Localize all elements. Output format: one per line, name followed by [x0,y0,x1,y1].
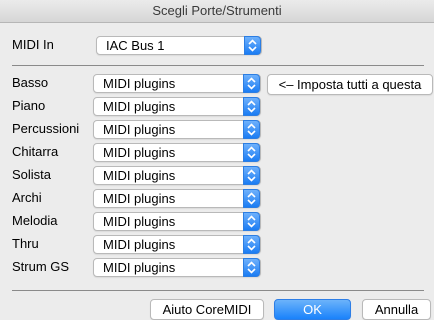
instrument-port-select[interactable]: MIDI plugins [93,166,261,185]
instrument-label: Basso [12,75,49,90]
chevron-updown-icon [243,120,260,139]
instrument-port-value: MIDI plugins [103,99,176,114]
chevron-updown-icon [243,235,260,254]
midi-in-select[interactable]: IAC Bus 1 [96,36,262,55]
cancel-button[interactable]: Annulla [362,299,431,320]
chevron-updown-icon [243,143,260,162]
window-title: Scegli Porte/Strumenti [0,0,434,23]
instrument-label: Thru [12,236,39,251]
instrument-label: Archi [12,190,42,205]
instrument-label: Chitarra [12,144,59,159]
instrument-port-value: MIDI plugins [103,214,176,229]
coremidi-help-button[interactable]: Aiuto CoreMIDI [150,299,264,320]
instrument-label: Strum GS [12,259,70,274]
instrument-port-value: MIDI plugins [103,237,176,252]
instrument-label: Percussioni [12,121,80,136]
midi-in-value: IAC Bus 1 [106,38,165,53]
instrument-label: Solista [12,167,52,182]
instrument-port-value: MIDI plugins [103,145,176,160]
instrument-port-value: MIDI plugins [103,168,176,183]
chevron-updown-icon [243,258,260,277]
instrument-port-value: MIDI plugins [103,191,176,206]
instrument-port-select[interactable]: MIDI plugins [93,235,261,254]
chevron-updown-icon [243,74,260,93]
set-all-button[interactable]: <– Imposta tutti a questa [267,74,433,95]
instrument-label: Melodia [12,213,58,228]
chevron-updown-icon [243,166,260,185]
instrument-port-value: MIDI plugins [103,260,176,275]
chevron-updown-icon [243,189,260,208]
instrument-port-value: MIDI plugins [103,122,176,137]
instrument-port-select[interactable]: MIDI plugins [93,189,261,208]
instrument-port-select[interactable]: MIDI plugins [93,74,261,93]
instrument-port-select[interactable]: MIDI plugins [93,97,261,116]
ok-button[interactable]: OK [274,299,351,320]
instrument-port-select[interactable]: MIDI plugins [93,258,261,277]
midi-in-label: MIDI In [12,37,54,52]
chevron-updown-icon [243,97,260,116]
chevron-updown-icon [244,36,261,55]
instrument-label: Piano [12,98,46,113]
separator-top [12,65,424,66]
chevron-updown-icon [243,212,260,231]
instrument-port-select[interactable]: MIDI plugins [93,120,261,139]
separator-bottom [12,290,424,291]
instrument-port-value: MIDI plugins [103,76,176,91]
instrument-port-select[interactable]: MIDI plugins [93,212,261,231]
instrument-port-select[interactable]: MIDI plugins [93,143,261,162]
